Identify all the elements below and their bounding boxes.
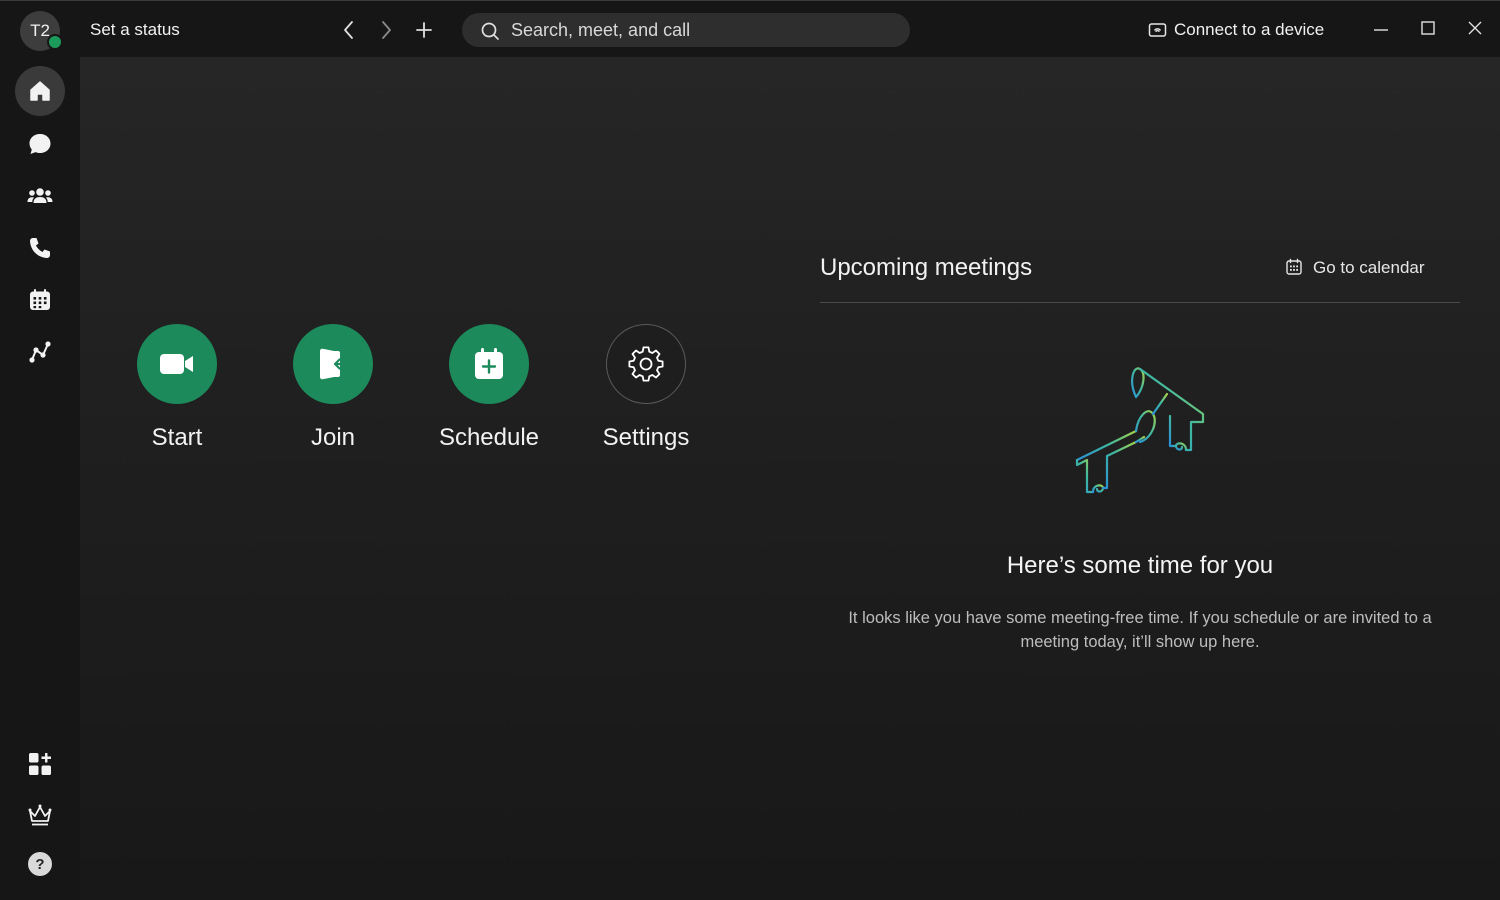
teams-icon xyxy=(27,188,53,203)
empty-state-description: It looks like you have some meeting-free… xyxy=(848,609,1432,651)
settings-button[interactable] xyxy=(606,324,686,404)
chevron-left-icon xyxy=(344,21,353,39)
sidebar-item-add-apps[interactable] xyxy=(15,739,65,789)
video-icon xyxy=(160,354,193,374)
new-button[interactable] xyxy=(409,15,439,45)
chevron-right-icon xyxy=(382,21,391,39)
svg-text:?: ? xyxy=(35,856,44,873)
sidebar-item-help[interactable]: ? xyxy=(15,839,65,889)
join-icon xyxy=(320,348,349,380)
start-label: Start xyxy=(151,424,203,451)
device-connect-icon xyxy=(1148,23,1167,37)
minimize-button[interactable] xyxy=(1366,15,1396,45)
title-bar: T2 Set a status Search, meet, and call C… xyxy=(0,0,1500,57)
sidebar-item-upgrade[interactable] xyxy=(15,790,65,840)
calendar-icon xyxy=(30,289,50,310)
sidebar-item-messaging[interactable] xyxy=(15,119,65,169)
sidebar-item-home[interactable] xyxy=(15,66,65,116)
close-button[interactable] xyxy=(1460,15,1490,45)
search-placeholder: Search, meet, and call xyxy=(511,20,691,40)
join-button[interactable] xyxy=(293,324,373,404)
apps-add-icon xyxy=(29,753,51,775)
set-status-button[interactable]: Set a status xyxy=(90,20,180,40)
presence-indicator xyxy=(47,34,63,50)
forward-button[interactable] xyxy=(371,15,401,45)
gear-icon xyxy=(628,346,664,382)
settings-label: Settings xyxy=(602,424,690,451)
calendar-small-icon xyxy=(1286,258,1302,275)
maximize-button[interactable] xyxy=(1413,15,1443,45)
messaging-icon xyxy=(29,134,51,154)
join-label: Join xyxy=(310,424,356,451)
minimize-icon xyxy=(1374,29,1388,31)
join-meeting-action[interactable]: Join xyxy=(258,324,408,452)
plus-icon xyxy=(416,22,432,38)
sidebar-item-calling[interactable] xyxy=(15,223,65,273)
calling-icon xyxy=(30,238,50,258)
help-icon: ? xyxy=(28,852,52,876)
close-icon xyxy=(1468,21,1482,35)
sidebar-item-calendar[interactable] xyxy=(15,275,65,325)
sidebar-item-teams[interactable] xyxy=(15,171,65,221)
search-input[interactable]: Search, meet, and call xyxy=(462,13,910,47)
empty-state-title: Here’s some time for you xyxy=(1006,552,1274,579)
settings-action[interactable]: Settings xyxy=(571,324,721,452)
go-to-calendar-label: Go to calendar xyxy=(1313,258,1425,277)
upcoming-meetings-title: Upcoming meetings xyxy=(820,254,1033,281)
sidebar: ? xyxy=(0,57,80,900)
connect-device-label: Connect to a device xyxy=(1174,20,1325,39)
upcoming-divider xyxy=(820,302,1460,303)
search-icon xyxy=(481,22,499,40)
start-button[interactable] xyxy=(137,324,217,404)
schedule-button[interactable] xyxy=(449,324,529,404)
start-meeting-action[interactable]: Start xyxy=(102,324,252,452)
maximize-icon xyxy=(1421,21,1435,35)
calendar-add-icon xyxy=(475,348,503,379)
main-content: Start Join Schedule Settings Upcoming me… xyxy=(80,57,1500,900)
schedule-meeting-action[interactable]: Schedule xyxy=(414,324,564,452)
sidebar-item-analytics[interactable] xyxy=(15,327,65,377)
back-button[interactable] xyxy=(334,15,364,45)
schedule-label: Schedule xyxy=(438,424,540,451)
crown-icon xyxy=(28,804,52,826)
home-icon xyxy=(30,81,50,101)
gramophone-illustration-icon xyxy=(1075,367,1205,494)
analytics-icon xyxy=(29,341,51,363)
